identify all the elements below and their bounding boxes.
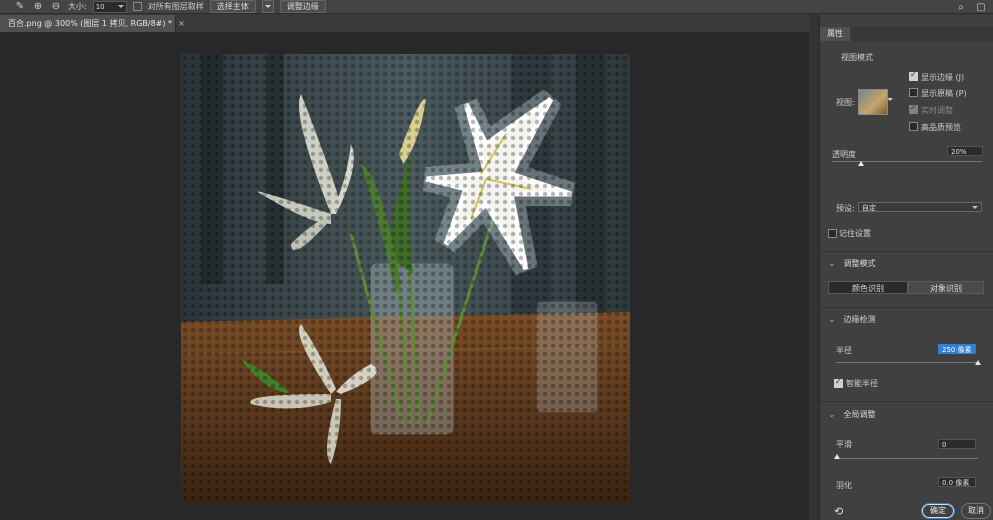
section-divider [820, 307, 993, 308]
workspace-icon[interactable]: ▢ [975, 1, 987, 13]
realtime-refine-checkbox [909, 103, 918, 114]
object-aware-button[interactable]: 对象识别 [908, 281, 984, 294]
vertical-scrollbar[interactable] [809, 15, 819, 520]
show-original-checkbox[interactable] [909, 88, 918, 97]
size-select[interactable]: 10 [92, 0, 127, 13]
high-quality-preview-checkbox[interactable] [909, 122, 918, 131]
smooth-label: 平滑 [836, 440, 852, 449]
sample-all-layers-label: 对所有图层取样 [147, 2, 204, 11]
smooth-field[interactable]: 0 [938, 439, 976, 449]
preset-label: 预设: [836, 204, 855, 213]
radius-slider[interactable] [836, 362, 978, 363]
section-divider [820, 251, 993, 252]
high-quality-preview-label: 高品质预览 [921, 123, 961, 132]
lily-photo[interactable] [181, 54, 630, 503]
select-subject-button[interactable]: 选择主体 [209, 0, 256, 13]
view-label: 视图: [836, 98, 855, 107]
brush-tool-icon[interactable]: ✎ [14, 1, 26, 13]
feather-field[interactable]: 0.0 像素 [938, 477, 976, 487]
global-refinements-heading[interactable]: 全局调整 [828, 409, 876, 420]
view-mode-heading: 视图模式 [841, 53, 873, 62]
opacity-field[interactable]: 20% [947, 146, 983, 156]
options-bar: ✎ ⊕ ⊖ 大小: 10 对所有图层取样 选择主体 调整边缘 ⌕ ▢ [0, 0, 993, 14]
cancel-button[interactable]: 取消 [961, 503, 991, 519]
color-aware-button[interactable]: 颜色识别 [828, 281, 908, 294]
show-original-label: 显示原稿 (P) [921, 89, 967, 98]
opacity-label: 透明度 [832, 150, 856, 159]
close-tab-icon[interactable]: × [178, 19, 185, 28]
section-divider [820, 401, 993, 402]
sample-all-layers-checkbox[interactable] [132, 2, 142, 11]
radius-field[interactable]: 250 像素 [938, 344, 976, 354]
tab-properties[interactable]: 属性 [820, 27, 850, 41]
size-label: 大小: [68, 2, 87, 11]
document-title: 百合.png @ 300% (图层 1 拷贝, RGB/8#) * [8, 19, 173, 28]
refine-mode-heading[interactable]: 调整模式 [828, 258, 876, 269]
reset-icon[interactable]: ⟲ [834, 505, 843, 518]
select-subject-dropdown[interactable] [261, 0, 274, 13]
properties-panel: 属性 视图模式 视图: 显示边缘 (J) 显示原稿 (P) 实时调整 高品质预览… [819, 15, 993, 520]
view-mode-dropdown-icon[interactable] [887, 98, 893, 104]
lily-photo-drawing [181, 54, 630, 503]
smooth-slider-knob[interactable] [834, 454, 840, 459]
radius-slider-knob[interactable] [975, 360, 981, 365]
show-edge-checkbox[interactable] [909, 70, 918, 81]
feather-label: 羽化 [836, 481, 852, 490]
select-and-mask-button[interactable]: 调整边缘 [279, 0, 326, 13]
search-icon[interactable]: ⌕ [955, 1, 967, 13]
view-mode-thumbnail[interactable] [858, 89, 888, 115]
remember-settings-checkbox[interactable] [828, 229, 837, 238]
ok-button[interactable]: 确定 [921, 503, 955, 519]
smart-radius-checkbox[interactable] [834, 377, 843, 388]
opacity-slider-knob[interactable] [858, 161, 864, 166]
realtime-refine-label: 实时调整 [921, 106, 953, 115]
radius-label: 半径 [836, 346, 852, 355]
add-to-selection-icon[interactable]: ⊕ [32, 1, 44, 13]
show-edge-label: 显示边缘 (J) [921, 73, 965, 82]
preset-select[interactable]: 自定 [858, 202, 982, 212]
opacity-slider[interactable] [832, 161, 982, 162]
smart-radius-label: 智能半径 [846, 379, 878, 388]
edge-detection-heading[interactable]: 边缘检测 [828, 314, 876, 325]
remember-settings-label: 记住设置 [839, 229, 871, 238]
document-tab[interactable]: 百合.png @ 300% (图层 1 拷贝, RGB/8#) * × [0, 15, 185, 32]
smooth-slider[interactable] [836, 458, 978, 459]
subtract-from-selection-icon[interactable]: ⊖ [50, 1, 62, 13]
